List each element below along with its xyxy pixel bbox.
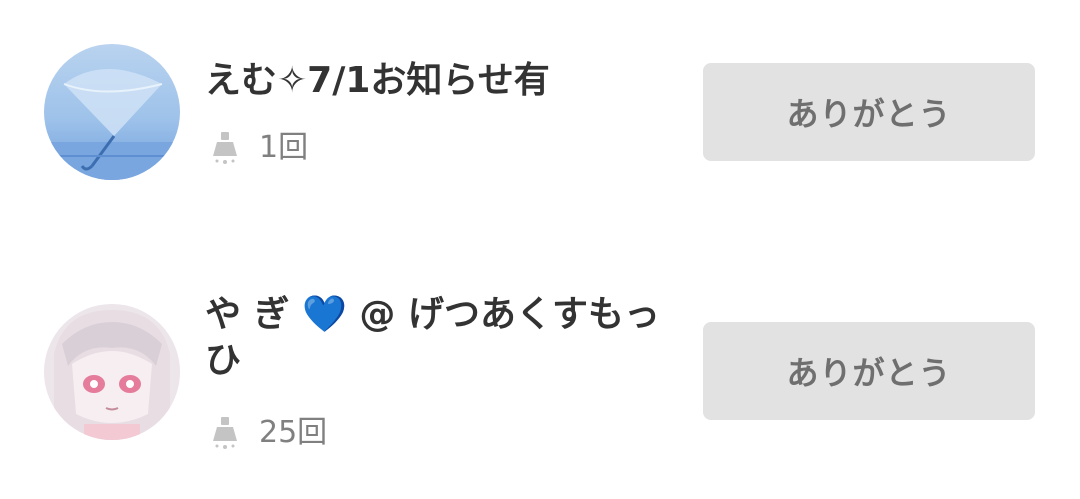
thanks-button[interactable]: ありがとう bbox=[703, 322, 1035, 420]
lamp-icon bbox=[213, 132, 237, 164]
user-list-item: えむ✧7/1お知らせ有 1回 ありがとう bbox=[0, 0, 1080, 220]
thanks-count: 1回 bbox=[207, 130, 308, 166]
lamp-icon bbox=[213, 417, 237, 449]
user-name-text: や ぎ 💙 @ げつあくすもっ ひ bbox=[205, 294, 660, 381]
count-text: 1回 bbox=[259, 130, 309, 165]
umbrella-avatar-image bbox=[44, 44, 180, 180]
count-text: 25回 bbox=[259, 415, 328, 450]
user-list-item: や ぎ 💙 @ げつあくすもっ ひ 25回 ありがとう bbox=[0, 260, 1080, 499]
user-avatar[interactable] bbox=[44, 44, 180, 180]
thanks-count: 25回 bbox=[207, 415, 327, 451]
anime-girl-avatar-image bbox=[44, 304, 180, 440]
user-avatar[interactable] bbox=[44, 304, 180, 440]
thanks-button[interactable]: ありがとう bbox=[703, 63, 1035, 161]
user-name: えむ✧7/1お知らせ有 bbox=[205, 60, 550, 101]
user-name: や ぎ 💙 @ げつあくすもっ ひ bbox=[205, 292, 685, 384]
